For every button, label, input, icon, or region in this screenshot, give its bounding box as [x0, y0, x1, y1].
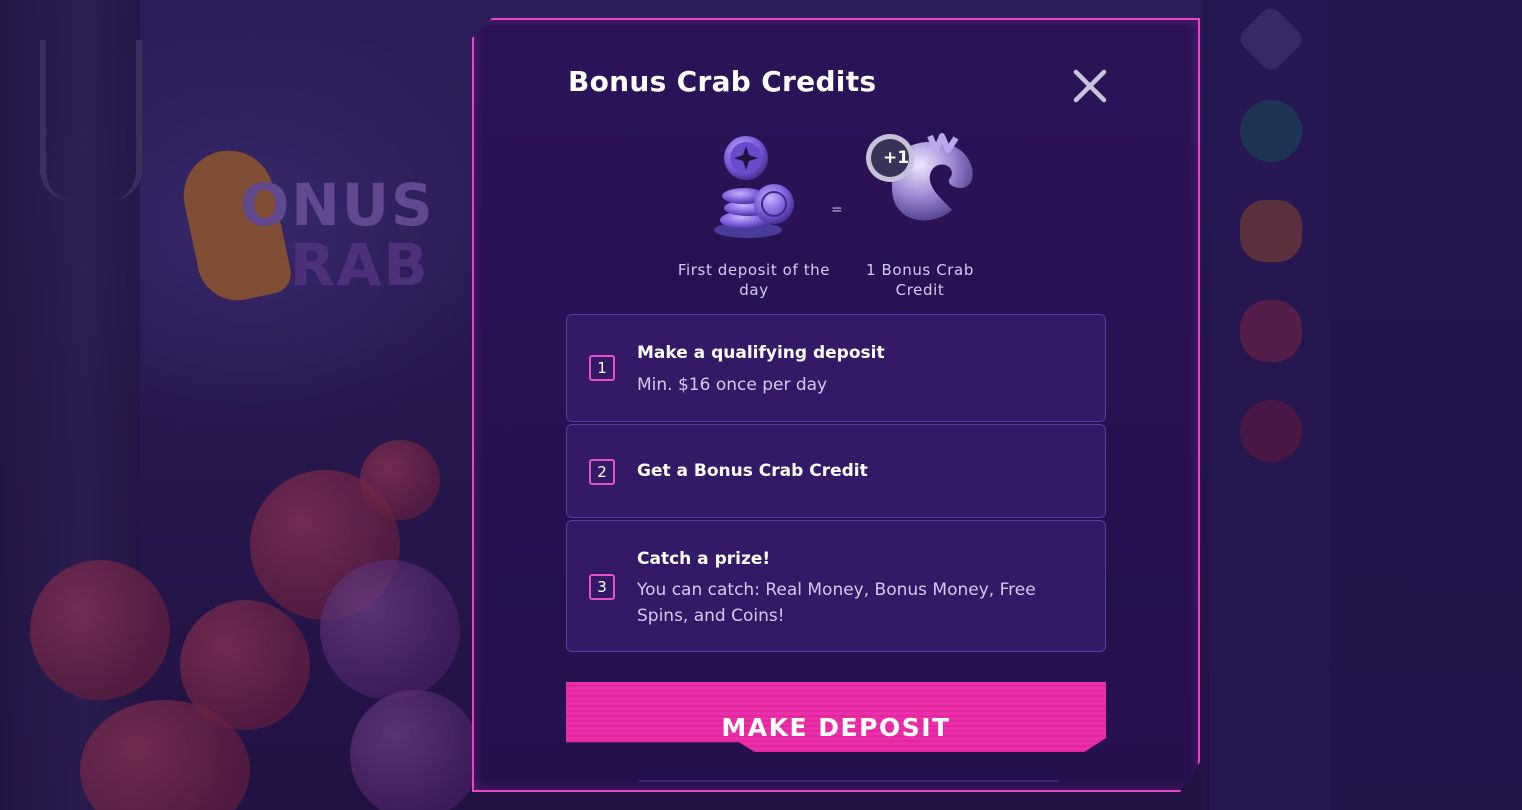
step-title: Get a Bonus Crab Credit	[637, 461, 868, 481]
first-deposit-caption: First deposit of the day	[677, 261, 831, 299]
step-title: Catch a prize!	[637, 549, 771, 569]
step-number: 3	[589, 574, 615, 600]
equals-sign: =	[831, 202, 843, 218]
modal-title: Bonus Crab Credits	[568, 65, 877, 98]
step-card-3: 3 Catch a prize! You can catch: Real Mon…	[566, 520, 1106, 652]
bonus-credit-caption: 1 Bonus Crab Credit	[866, 261, 974, 299]
credit-badge: +1	[882, 148, 910, 168]
make-deposit-label: MAKE DEPOSIT	[721, 712, 951, 742]
coin-stack-icon	[708, 132, 798, 242]
close-button[interactable]	[1070, 66, 1110, 106]
step-description: You can catch: Real Money, Bonus Money, …	[637, 580, 1036, 626]
step-card-1: 1 Make a qualifying deposit Min. $16 onc…	[566, 314, 1106, 422]
step-number: 1	[589, 355, 615, 381]
exchange-illustration: = +1 First deposit of the day 1 Bonus Cr…	[474, 128, 1202, 318]
crab-credit-icon	[862, 128, 980, 238]
close-icon	[1070, 66, 1110, 106]
step-description: Min. $16 once per day	[637, 375, 828, 395]
step-number: 2	[589, 459, 615, 485]
bonus-credits-modal: Bonus Crab Credits = +1 First deposit of…	[472, 18, 1200, 792]
modal-divider	[639, 780, 1059, 782]
step-title: Make a qualifying deposit	[637, 343, 885, 363]
step-card-2: 2 Get a Bonus Crab Credit	[566, 424, 1106, 518]
make-deposit-button[interactable]: MAKE DEPOSIT	[566, 682, 1106, 752]
